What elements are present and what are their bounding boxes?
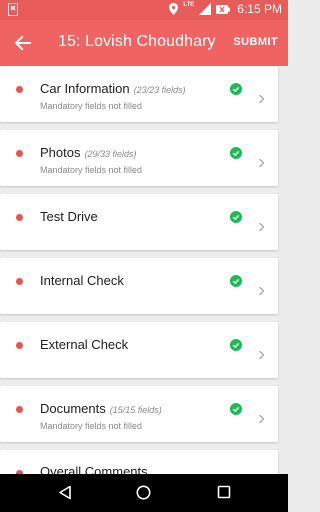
check-circle-icon [230,147,242,159]
check-circle-icon [230,211,242,223]
app-bar: 15: Lovish Choudhary SUBMIT [0,20,288,66]
signal-icon [199,3,212,15]
section-title: External Check [40,337,129,352]
section-card-internal-check[interactable]: Internal Check [0,258,278,314]
chevron-right-icon [259,286,265,296]
clock: 6:15 PM [237,2,282,16]
check-circle-icon [230,83,242,95]
section-title: Documents (15/15 fields) [40,401,162,416]
section-card-external-check[interactable]: External Check [0,322,278,378]
chevron-right-icon [259,350,265,360]
chevron-right-icon [259,222,265,232]
section-subtitle: Mandatory fields not filled [40,165,143,175]
recents-square-icon[interactable] [217,485,231,499]
chevron-right-icon [259,414,265,424]
section-card-overall-comments[interactable]: Overall Comments [0,450,278,474]
section-title: Car Information (23/23 fields) [40,81,186,96]
check-circle-icon [230,339,242,351]
section-list[interactable]: Car Information (23/23 fields) Mandatory … [0,66,288,474]
page-title: 15: Lovish Choudhary [58,33,216,50]
back-arrow-icon[interactable] [12,32,34,54]
status-dot [16,406,23,413]
field-count: (15/15 fields) [109,405,162,415]
section-title: Test Drive [40,209,98,224]
status-dot [16,150,23,157]
section-subtitle: Mandatory fields not filled [40,421,143,431]
field-count: (29/33 fields) [84,149,137,159]
field-count: (23/23 fields) [133,85,186,95]
status-dot [16,214,23,221]
section-card-photos[interactable]: Photos (29/33 fields) Mandatory fields no… [0,130,278,186]
check-circle-icon [230,403,242,415]
chevron-right-icon [259,158,265,168]
navigation-bar [0,474,288,512]
check-circle-icon [230,275,242,287]
status-dot [16,342,23,349]
section-card-test-drive[interactable]: Test Drive [0,194,278,250]
section-card-car-information[interactable]: Car Information (23/23 fields) Mandatory … [0,66,278,122]
status-bar: LTE 6:15 PM [0,0,288,20]
submit-button[interactable]: SUBMIT [233,36,278,48]
section-subtitle: Mandatory fields not filled [40,101,143,111]
section-title: Overall Comments [40,464,148,474]
status-dot [16,278,23,285]
notification-icon [8,3,18,16]
section-title: Internal Check [40,273,124,288]
network-type: LTE [183,2,195,8]
home-circle-icon[interactable] [136,485,151,500]
section-title: Photos (29/33 fields) [40,145,137,160]
section-card-documents[interactable]: Documents (15/15 fields) Mandatory fields… [0,386,278,442]
location-icon [169,3,179,15]
battery-icon [216,4,231,14]
status-dot [16,86,23,93]
chevron-right-icon [259,94,265,104]
back-triangle-icon[interactable] [58,485,72,500]
